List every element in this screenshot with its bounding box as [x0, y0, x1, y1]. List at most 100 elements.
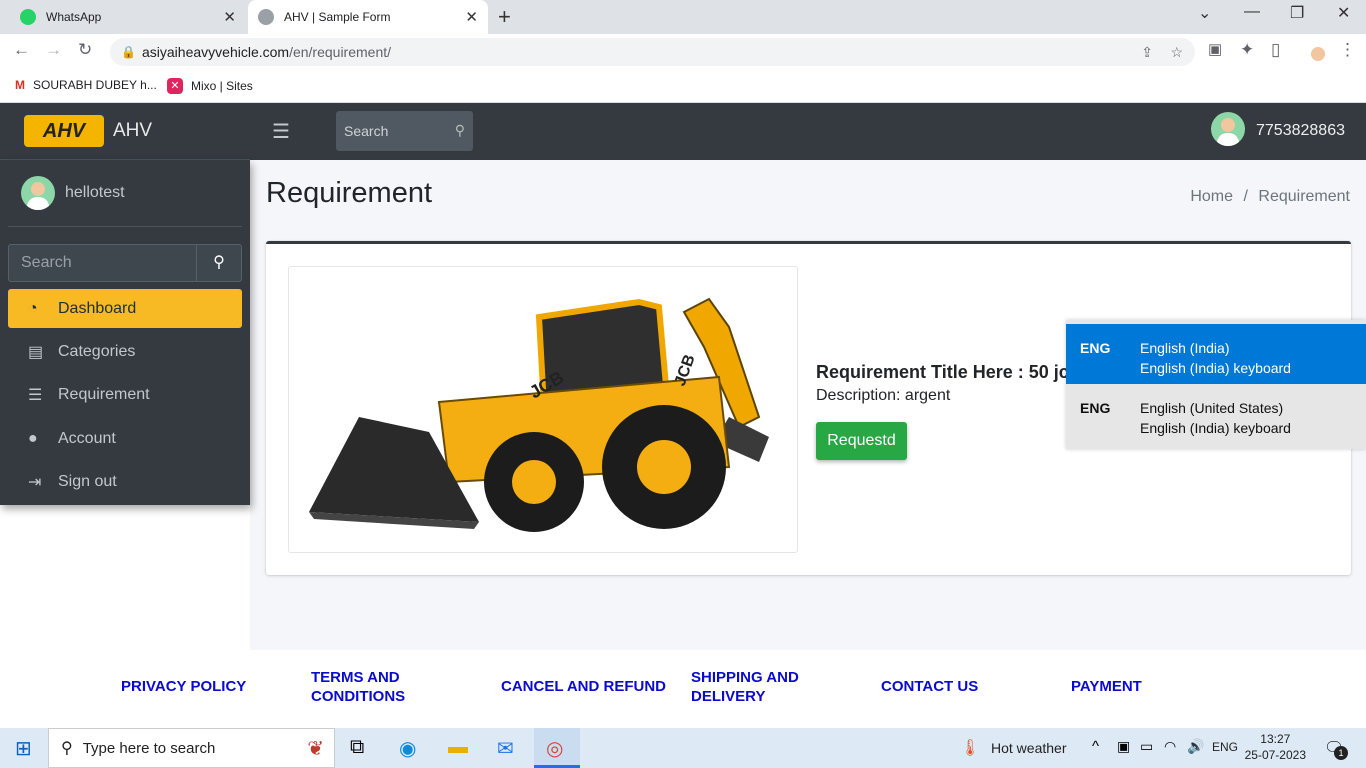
forward-icon[interactable]: → [45, 40, 62, 60]
weather-text[interactable]: Hot weather [991, 740, 1066, 756]
footer-link-payment[interactable]: PAYMENT [1071, 677, 1142, 696]
taskbar-search-placeholder: Type here to search [82, 739, 216, 757]
chevron-up-icon[interactable]: ^ [1092, 738, 1099, 755]
search-icon[interactable]: ⚲ [196, 245, 241, 281]
requirement-title: Requirement Title Here : 50 jcb [816, 362, 1080, 382]
moth-icon: ❦ [307, 737, 324, 760]
volume-icon[interactable]: 🔊 [1187, 738, 1204, 755]
clock-time: 13:27 [1260, 732, 1291, 746]
mixo-icon: ✕ [167, 78, 183, 94]
gmail-icon: M [15, 78, 25, 92]
header-search: ⚲ [336, 111, 473, 151]
tab-ahv-sample-form[interactable]: AHV | Sample Form ✕ [248, 0, 488, 34]
edge-icon[interactable]: ◉ [399, 736, 416, 761]
user-circle-icon: ● [28, 429, 38, 447]
share-icon[interactable]: ⇪ [1141, 38, 1153, 66]
wifi-icon[interactable]: ◠ [1164, 738, 1176, 755]
app-header: AHV AHV ☰ ⚲ 7753828863 [0, 103, 1366, 160]
globe-icon [258, 9, 274, 25]
search-icon[interactable]: ⚲ [455, 122, 465, 139]
taskbar-search[interactable]: ⚲ Type here to search ❦ [48, 728, 335, 768]
sidebar-item-dashboard[interactable]: ◔ Dashboard [8, 289, 242, 328]
sidebar-item-categories[interactable]: ▤ Categories [8, 332, 242, 371]
menu-icon[interactable]: ⋮ [1339, 40, 1356, 60]
close-tab-icon[interactable]: ✕ [465, 8, 478, 26]
language-code: ENG [1080, 400, 1111, 416]
breadcrumb-separator: / [1243, 188, 1248, 205]
sidebar-search-input[interactable] [9, 245, 197, 281]
user-panel[interactable]: hellotest [21, 176, 125, 210]
chrome-taskbar-button[interactable]: ◎ [534, 728, 580, 768]
bookmark-star-icon[interactable]: ☆ [1170, 38, 1183, 66]
tab-title: AHV | Sample Form [284, 10, 391, 24]
language-option-english-india[interactable]: ENG English (India) English (India) keyb… [1066, 324, 1366, 384]
close-window-icon[interactable]: ✕ [1337, 3, 1350, 23]
keyboard-name: English (India) keyboard [1140, 360, 1291, 376]
keyboard-name: English (India) keyboard [1140, 420, 1291, 436]
whatsapp-icon [20, 9, 36, 25]
sidebar-item-label: Categories [58, 342, 136, 360]
sidebar: hellotest ⚲ ◔ Dashboard ▤ Categories ☰ R… [0, 160, 250, 505]
battery-icon[interactable]: ▭ [1140, 738, 1153, 755]
sidebar-item-label: Requirement [58, 385, 150, 403]
dashboard-icon: ◔ [28, 299, 38, 317]
language-indicator[interactable]: ENG [1212, 740, 1238, 754]
header-search-input[interactable] [336, 111, 436, 151]
tab-whatsapp[interactable]: WhatsApp ✕ [10, 0, 246, 34]
back-icon[interactable]: ← [13, 40, 30, 60]
lock-icon: 🔒 [121, 45, 136, 59]
search-icon: ⚲ [61, 740, 73, 757]
clock-date: 25-07-2023 [1244, 748, 1306, 762]
bookmark-mixo[interactable]: ✕ Mixo | Sites [167, 78, 253, 94]
windows-taskbar: ⊞ ⚲ Type here to search ❦ ⧉ ◉ ▬ ✉ ◎ 🌡 Ho… [0, 728, 1366, 768]
close-tab-icon[interactable]: ✕ [223, 8, 236, 26]
extension-icon[interactable]: ▣ [1208, 40, 1222, 58]
list-icon: ☰ [28, 386, 43, 404]
sidebar-item-label: Account [58, 429, 116, 447]
divider [8, 226, 242, 227]
footer-link-contact[interactable]: CONTACT US [881, 677, 978, 696]
tab-search-icon[interactable]: ⌄ [1198, 3, 1211, 23]
puzzle-icon[interactable]: ✦ [1240, 40, 1254, 60]
sidebar-search: ⚲ [8, 244, 242, 282]
breadcrumb-home[interactable]: Home [1190, 188, 1233, 205]
footer-link-terms[interactable]: TERMS AND CONDITIONS [311, 668, 431, 706]
windows-start-icon[interactable]: ⊞ [15, 736, 32, 761]
weather-icon: 🌡 [960, 740, 981, 757]
reload-icon[interactable]: ↻ [78, 40, 92, 60]
input-language-popup: ENG English (India) English (India) keyb… [1066, 320, 1366, 449]
clock[interactable]: 13:27 25-07-2023 [1245, 731, 1306, 763]
language-name: English (United States) [1140, 400, 1284, 416]
sidebar-item-sign-out[interactable]: ⇥ Sign out [8, 462, 242, 501]
chrome-icon: ◎ [546, 738, 564, 760]
language-option-english-us[interactable]: ENG English (United States) English (Ind… [1066, 384, 1366, 444]
sidebar-item-account[interactable]: ● Account [8, 419, 242, 458]
file-explorer-icon[interactable]: ▬ [448, 736, 468, 759]
footer-link-cancel-refund[interactable]: CANCEL AND REFUND [501, 677, 666, 696]
meet-icon[interactable]: ▣ [1117, 738, 1130, 755]
sign-out-icon: ⇥ [28, 473, 42, 491]
sidebar-item-requirement[interactable]: ☰ Requirement [8, 375, 242, 414]
url-input[interactable]: 🔒 asiyaiheavyvehicle.com/en/requirement/… [110, 38, 1195, 66]
hamburger-menu-icon[interactable]: ☰ [272, 119, 290, 144]
user-avatar [21, 176, 55, 210]
language-name: English (India) [1140, 340, 1230, 356]
side-panel-icon[interactable]: ▯ [1271, 40, 1280, 60]
clipboard-icon: ▤ [28, 343, 44, 361]
bookmark-gmail[interactable]: M SOURABH DUBEY h... [15, 78, 157, 92]
browser-tab-bar: WhatsApp ✕ AHV | Sample Form ✕ + ⌄ — ❐ ✕ [0, 0, 1366, 34]
bookmark-label: Mixo | Sites [191, 79, 253, 93]
user-avatar[interactable] [1211, 112, 1245, 146]
footer-link-privacy-policy[interactable]: PRIVACY POLICY [121, 677, 246, 696]
new-tab-button[interactable]: + [498, 4, 511, 30]
mail-icon[interactable]: ✉ [497, 736, 514, 761]
restore-icon[interactable]: ❐ [1290, 3, 1304, 23]
tab-title: WhatsApp [46, 10, 102, 24]
phone-number[interactable]: 7753828863 [1256, 122, 1345, 140]
brand-link[interactable]: AHV AHV [0, 103, 250, 160]
request-button[interactable]: Requestd [816, 422, 907, 460]
footer-link-shipping[interactable]: SHIPPING AND DELIVERY [691, 668, 821, 706]
username: hellotest [65, 184, 125, 201]
minimize-icon[interactable]: — [1244, 3, 1260, 21]
task-view-icon[interactable]: ⧉ [350, 736, 364, 759]
